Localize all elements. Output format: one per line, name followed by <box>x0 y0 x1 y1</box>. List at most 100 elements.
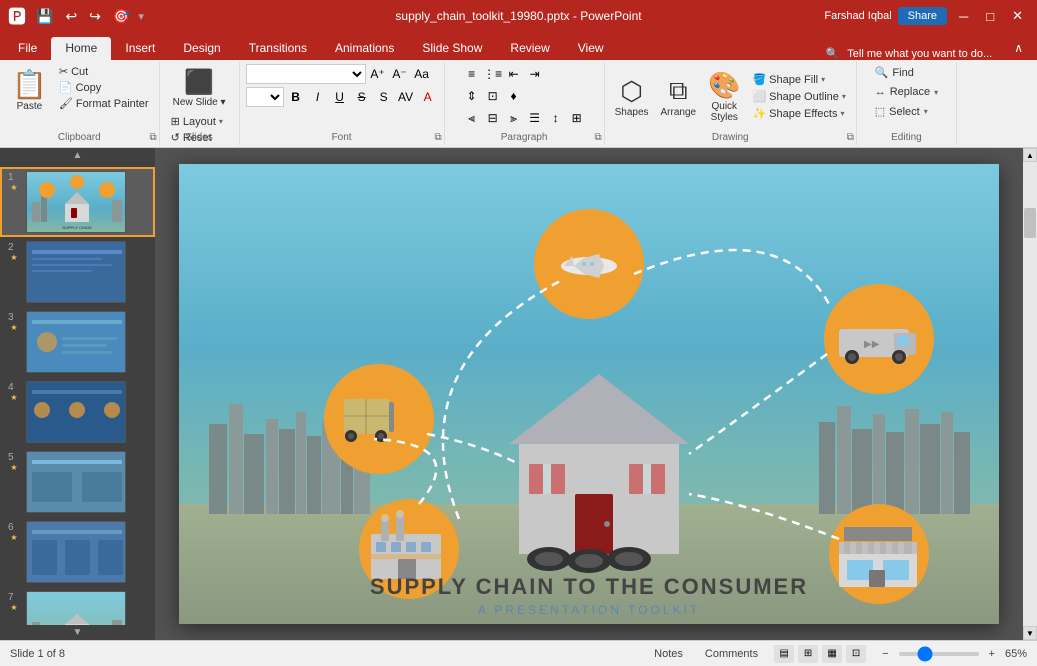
clipboard-expand-button[interactable]: ⧉ <box>149 132 156 143</box>
bold-button[interactable]: B <box>286 87 306 107</box>
slide-item-5[interactable]: 5 ★ <box>0 447 155 517</box>
numbered-list-button[interactable]: ⋮≡ <box>483 64 503 84</box>
select-button[interactable]: ⬚ Select ▾ <box>869 103 934 120</box>
tab-slideshow[interactable]: Slide Show <box>408 37 496 60</box>
tab-transitions[interactable]: Transitions <box>235 37 321 60</box>
normal-view-button[interactable]: ▤ <box>774 645 794 663</box>
ribbon: 📋 Paste ✂ Cut 📄 Copy 🖌 Format Painter <box>0 60 1037 148</box>
new-slide-button[interactable]: ⬛ New Slide ▾ <box>167 64 232 112</box>
shape-effects-arrow: ▾ <box>840 109 844 118</box>
scroll-up-button[interactable]: ▲ <box>1023 148 1037 162</box>
tab-design[interactable]: Design <box>169 37 234 60</box>
font-size-increase-button[interactable]: A⁺ <box>368 64 388 84</box>
scroll-thumb[interactable] <box>1024 208 1036 238</box>
slide-item-4[interactable]: 4 ★ <box>0 377 155 447</box>
italic-button[interactable]: I <box>308 87 328 107</box>
decrease-indent-button[interactable]: ⇤ <box>504 64 524 84</box>
paragraph-expand-button[interactable]: ⧉ <box>594 132 601 143</box>
notes-button[interactable]: Notes <box>648 646 689 662</box>
cut-button[interactable]: ✂ Cut <box>55 64 153 79</box>
reading-view-button[interactable]: ▦ <box>822 645 842 663</box>
increase-indent-button[interactable]: ⇥ <box>525 64 545 84</box>
undo-button[interactable]: ↩ <box>61 6 81 27</box>
slide-item-1[interactable]: 1 ★ <box>0 167 155 237</box>
quick-styles-icon: 🎨 <box>708 70 740 101</box>
slide-item-2[interactable]: 2 ★ <box>0 237 155 307</box>
find-label: Find <box>892 67 913 79</box>
tab-review[interactable]: Review <box>496 37 563 60</box>
shape-outline-label: Shape Outline <box>769 91 839 103</box>
replace-button[interactable]: ↔ Replace ▾ <box>869 84 944 100</box>
align-center-button[interactable]: ⊟ <box>483 108 503 128</box>
font-size-decrease-button[interactable]: A⁻ <box>390 64 410 84</box>
font-expand-button[interactable]: ⧉ <box>434 132 441 143</box>
redo-button[interactable]: ↪ <box>85 6 105 27</box>
paste-button[interactable]: 📋 Paste <box>6 64 53 116</box>
font-family-select[interactable] <box>246 64 366 84</box>
tab-view[interactable]: View <box>564 37 618 60</box>
line-spacing-button[interactable]: ↕ <box>546 108 566 128</box>
bullets-button[interactable]: ≡ <box>462 64 482 84</box>
app-container: 🅿 💾 ↩ ↪ 🎯 ▾ supply_chain_toolkit_19980.p… <box>0 0 1037 666</box>
zoom-slider[interactable] <box>899 652 979 656</box>
tab-file[interactable]: File <box>4 37 51 60</box>
drawing-expand-button[interactable]: ⧉ <box>847 132 854 143</box>
slideshow-view-button[interactable]: ⊡ <box>846 645 866 663</box>
slide-item-6[interactable]: 6 ★ <box>0 517 155 587</box>
slide-canvas[interactable]: ▶▶ <box>179 164 999 624</box>
slide-star-2: ★ <box>10 253 17 262</box>
slide-item-7[interactable]: 7 ★ <box>0 587 155 625</box>
smartart-button[interactable]: ♦ <box>504 86 524 106</box>
scroll-track[interactable] <box>1023 162 1037 626</box>
text-direction-button[interactable]: ⇕ <box>462 86 482 106</box>
zoom-in-button[interactable]: + <box>983 646 1001 662</box>
font-color-button[interactable]: A <box>418 87 438 107</box>
scroll-down-button[interactable]: ▼ <box>1023 626 1037 640</box>
tab-home[interactable]: Home <box>51 37 111 60</box>
slide-star-6: ★ <box>10 533 17 542</box>
clear-format-button[interactable]: Aa <box>412 64 432 84</box>
select-label: Select <box>889 106 920 118</box>
justify-button[interactable]: ☰ <box>525 108 545 128</box>
paragraph-label: Paragraph <box>501 132 548 143</box>
align-left-button[interactable]: ⫷ <box>462 108 482 128</box>
font-spacing-button[interactable]: AV <box>396 87 416 107</box>
close-button[interactable]: ✕ <box>1006 6 1029 26</box>
copy-button[interactable]: 📄 Copy <box>55 80 153 95</box>
shape-effects-button[interactable]: ✨ Shape Effects ▾ <box>748 106 849 121</box>
comments-button[interactable]: Comments <box>699 646 764 662</box>
columns-button[interactable]: ⊞ <box>567 108 587 128</box>
arrange-button[interactable]: ⧉ Arrange <box>657 73 701 120</box>
align-text-button[interactable]: ⊡ <box>483 86 503 106</box>
font-size-select[interactable] <box>246 87 284 107</box>
font-shadow-button[interactable]: S <box>374 87 394 107</box>
save-button[interactable]: 💾 <box>32 6 57 27</box>
slide-item-3[interactable]: 3 ★ <box>0 307 155 377</box>
shape-outline-button[interactable]: ⬜ Shape Outline ▾ <box>748 89 849 104</box>
maximize-button[interactable]: □ <box>980 7 1000 26</box>
tab-insert[interactable]: Insert <box>111 37 169 60</box>
tab-animations[interactable]: Animations <box>321 37 408 60</box>
tab-collapse[interactable]: ∧ <box>1000 37 1037 60</box>
slide-sorter-button[interactable]: ⊞ <box>798 645 818 663</box>
share-button[interactable]: Share <box>898 7 947 25</box>
slide-scroll-up[interactable]: ▲ <box>0 148 155 163</box>
new-slide-icon: ⬛ <box>184 68 214 97</box>
slide-scroll-down[interactable]: ▼ <box>0 625 155 640</box>
find-button[interactable]: 🔍 Find <box>869 64 920 81</box>
quick-styles-button[interactable]: 🎨 QuickStyles <box>704 68 744 125</box>
strikethrough-button[interactable]: S <box>352 87 372 107</box>
slides-group: ⬛ New Slide ▾ ⊞ Layout ▾ ↺ Reset ☰ Secti… <box>160 62 240 145</box>
format-painter-button[interactable]: 🖌 Format Painter <box>55 96 153 111</box>
minimize-button[interactable]: ─ <box>953 7 974 26</box>
shape-fill-button[interactable]: 🪣 Shape Fill ▾ <box>748 72 849 87</box>
shapes-button[interactable]: ⬡ Shapes <box>611 74 653 120</box>
zoom-out-button[interactable]: − <box>876 646 894 662</box>
layout-button[interactable]: ⊞ Layout ▾ <box>167 114 232 129</box>
slide-thumb-4 <box>26 381 126 443</box>
present-button[interactable]: 🎯 <box>109 6 134 27</box>
align-right-button[interactable]: ⫸ <box>504 108 524 128</box>
cut-label: Cut <box>71 66 88 78</box>
underline-button[interactable]: U <box>330 87 350 107</box>
para-row-2: ⇕ ⊡ ♦ <box>462 86 524 106</box>
